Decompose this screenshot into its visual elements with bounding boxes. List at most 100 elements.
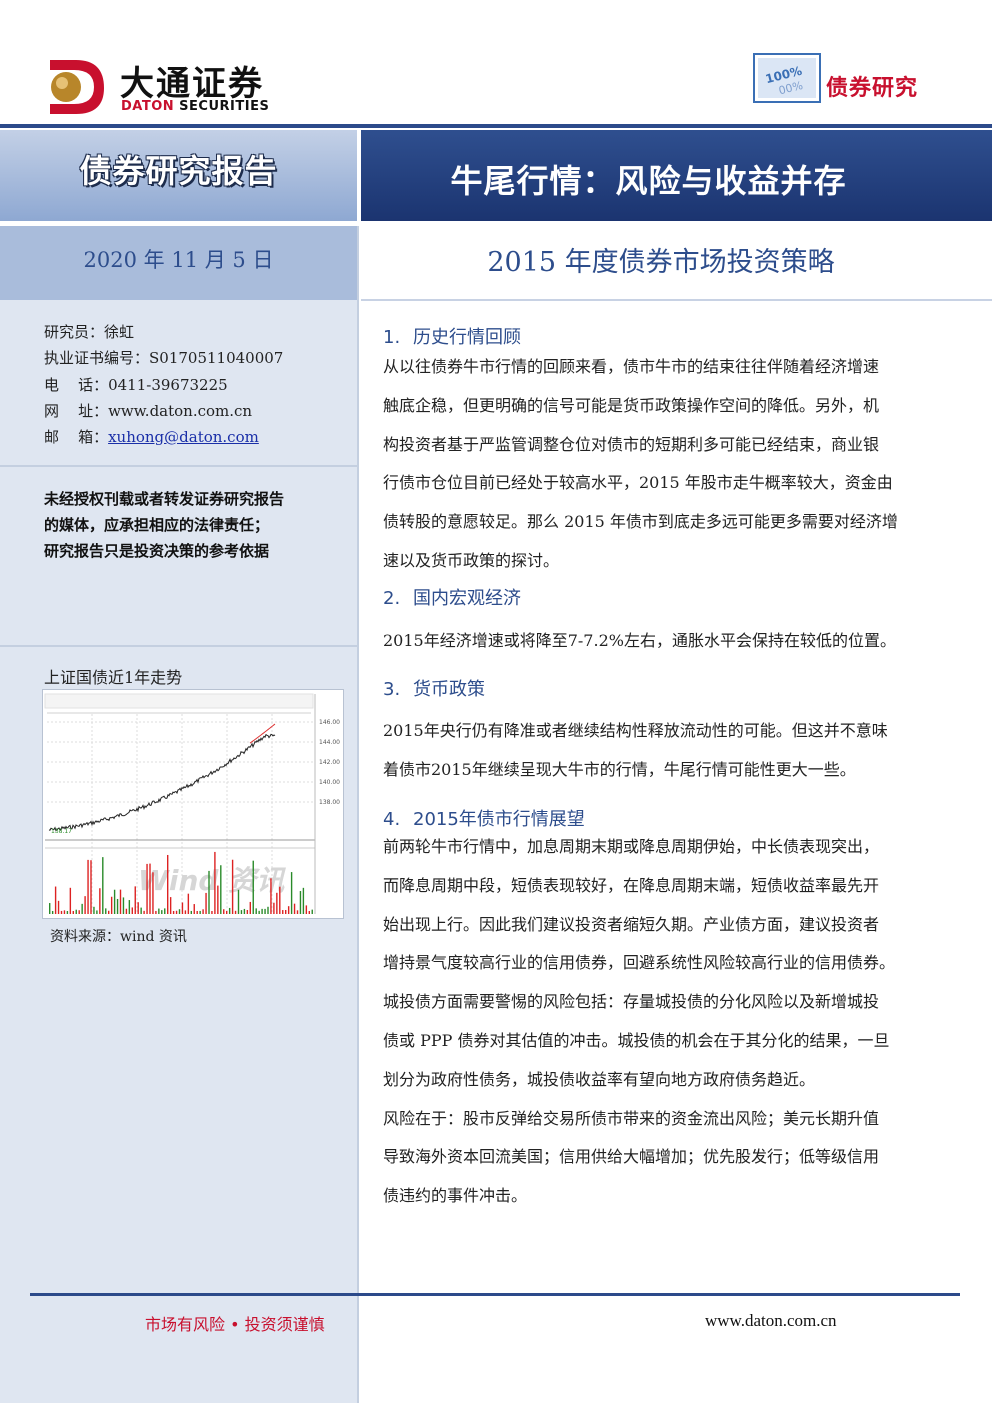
volume-bar: [228, 907, 231, 914]
researcher-name: 研究员：徐虹: [44, 323, 135, 341]
volume-bar: [119, 889, 122, 914]
volume-bar: [293, 903, 296, 914]
section-paragraph: 从以往债券牛市行情的回顾来看，债市牛市的结束往往伴随着经济增速 触底企稳，但更明…: [383, 348, 935, 581]
volume-bar: [69, 887, 72, 914]
volume-bar: [282, 910, 284, 914]
section-paragraph: 前两轮牛市行情中，加息周期末期或降息周期伊始，中长债表现突出， 而降息周期中段，…: [383, 828, 935, 1216]
volume-bar: [252, 860, 254, 914]
bond-research-badge-icon: 100% 00%: [753, 53, 821, 103]
disclaimer: 未经授权刊载或者转发证券研究报告 的媒体，应承担相应的法律责任； 研究报告只是投…: [44, 486, 344, 564]
disclaimer-line: 未经授权刊载或者转发证券研究报告: [44, 490, 285, 508]
volume-bar: [217, 885, 219, 914]
volume-bar: [285, 909, 287, 914]
report-subtitle: 2015 年度债券市场投资策略: [487, 247, 835, 278]
y-tick-label: 138.00: [319, 799, 340, 806]
chart-source: 资料来源：wind 资讯: [50, 929, 187, 945]
volume-bar: [264, 908, 266, 914]
report-type: 债券研究报告: [79, 152, 278, 190]
volume-bar: [60, 910, 63, 914]
volume-bar: [169, 897, 172, 914]
section-paragraph: 2015年经济增速或将降至7-7.2%左右，通胀水平会保持在较低的位置。: [383, 622, 935, 661]
paragraph-line: 从以往债券牛市行情的回顾来看，债市牛市的结束往往伴随着经济增速: [383, 357, 880, 376]
footer-website-link[interactable]: www.daton.com.cn: [705, 1311, 837, 1331]
section-title: 2015年债市行情展望: [413, 809, 585, 830]
volume-bar: [243, 908, 246, 914]
volume-bar: [131, 907, 133, 914]
paragraph-line: 债转股的意愿较足。那么 2015 年债市到底走多远可能更多需要对经济增: [383, 512, 898, 532]
volume-bar: [270, 878, 272, 914]
risk-warning: 市场有风险 • 投资须谨慎: [145, 1315, 325, 1334]
volume-bar: [193, 904, 195, 914]
volume-bar: [290, 872, 293, 914]
website: 网 址：www.daton.com.cn: [44, 402, 253, 420]
email-label: 邮 箱：: [44, 428, 109, 446]
volume-bar: [99, 888, 101, 914]
certificate-number: 执业证书编号：S0170511040007: [44, 349, 284, 367]
volume-bar: [299, 891, 302, 914]
volume-bar: [140, 907, 142, 914]
volume-bar: [63, 910, 66, 914]
section-number: 4.: [383, 809, 401, 830]
volume-bar: [164, 908, 166, 914]
section-title: 历史行情回顾: [413, 327, 521, 348]
paragraph-line: 始出现上行。因此我们建议投资者缩短久期。产业债方面，建议投资者: [383, 914, 880, 934]
email-link[interactable]: xuhong@daton.com: [108, 428, 259, 446]
volume-bar: [152, 872, 154, 914]
volume-bar: [93, 906, 95, 914]
section-paragraph: 2015年央行仍有降准或者继续结构性释放流动性的可能。但这并不意味 着债市201…: [383, 712, 935, 790]
volume-bar: [249, 901, 251, 914]
paragraph-line: 城投债方面需要警惕的风险包括：存量城投债的分化风险以及新增城投: [383, 992, 880, 1012]
volume-bar: [128, 900, 131, 914]
volume-bar: [49, 903, 51, 914]
paragraph-line: 构投资者基于严监管调整仓位对债市的短期利多可能已经结束，商业银: [383, 434, 880, 454]
info-divider: [0, 465, 357, 467]
email-row: 邮 箱：xuhong@daton.com: [44, 426, 259, 447]
volume-bar: [172, 910, 175, 914]
y-tick-label: 140.00: [319, 779, 340, 786]
report-title: 牛尾行情：风险与收益并存: [450, 162, 847, 200]
footer-divider: [30, 1293, 960, 1296]
disclaimer-line: 的媒体，应承担相应的法律责任；: [44, 516, 270, 534]
volume-bar: [261, 908, 263, 914]
chart-canvas: 146.00 144.00 142.00 140.00 138.00 138.17 Wi…: [43, 690, 343, 918]
volume-bar: [226, 910, 228, 914]
volume-bar: [305, 905, 308, 914]
volume-bar: [51, 910, 54, 914]
section-heading: 1. 历史行情回顾: [383, 323, 521, 349]
paragraph-line: 行债市仓位目前已经处于较高水平，2015 年股市走牛概率较大，资金由: [383, 473, 893, 493]
header-divider: [0, 124, 992, 128]
paragraph-line: 划分为政府性债务，城投债收益率有望向地方政府债务趋近。: [383, 1069, 816, 1089]
volume-bar: [311, 909, 313, 914]
paragraph-line: 风险在于：股市反弹给交易所债市带来的资金流出风险；美元长期升值: [383, 1108, 880, 1128]
volume-bar: [223, 909, 225, 914]
subtitle-divider: [361, 299, 992, 301]
volume-bar: [125, 908, 128, 914]
volume-bar: [202, 909, 204, 914]
volume-bar: [66, 910, 69, 914]
report-date: 2020 年 11 月 5 日: [83, 248, 274, 272]
volume-bar: [287, 906, 290, 914]
volume-bar: [255, 908, 257, 914]
volume-bar: [190, 910, 192, 914]
volume-bar: [205, 892, 207, 914]
volume-bar: [302, 887, 305, 914]
chart-start-label: 138.17: [51, 828, 72, 835]
volume-bar: [178, 909, 181, 914]
volume-bar: [102, 857, 104, 914]
wind-watermark: Wind 资讯: [138, 864, 286, 897]
volume-bar: [208, 870, 210, 914]
paragraph-line: 增持景气度较高行业的信用债券，回避系统性风险较高行业的信用债券。: [383, 953, 896, 973]
phone-number: 电 话：0411-39673225: [44, 376, 228, 394]
chart-title: 上证国债近1年走势: [44, 668, 183, 687]
volume-bar: [143, 910, 145, 914]
paragraph-line: 导致海外资本回流美国；信用供给大幅增加；优先股发行；低等级信用: [383, 1147, 880, 1167]
volume-bar: [196, 911, 198, 914]
volume-bar: [146, 863, 148, 914]
volume-bar: [231, 859, 234, 914]
section-title: 货币政策: [413, 679, 485, 700]
volume-bar: [134, 886, 136, 914]
volume-bar: [246, 909, 249, 914]
sidebar-edge: [357, 226, 359, 1403]
paragraph-line: 触底企稳，但更明确的信号可能是货币政策操作空间的降低。另外，机: [383, 395, 880, 415]
volume-bar: [110, 896, 113, 914]
